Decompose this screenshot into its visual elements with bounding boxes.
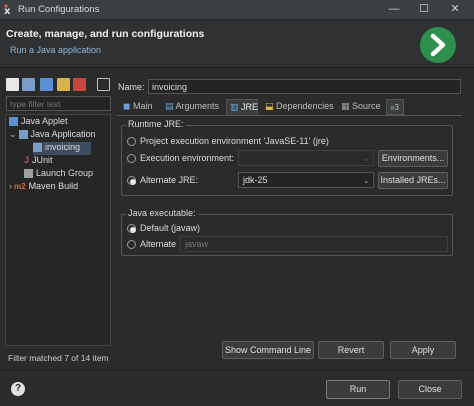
- source-tab-icon: ▦: [341, 101, 350, 111]
- run-button[interactable]: Run: [326, 380, 390, 399]
- tab-main[interactable]: ◼ Main: [120, 99, 158, 115]
- exec-env-label[interactable]: Execution environment:: [140, 153, 234, 163]
- tab-arguments[interactable]: ▤ Arguments: [162, 99, 224, 115]
- duplicate-icon[interactable]: [57, 78, 70, 91]
- apply-button[interactable]: Apply: [390, 341, 456, 359]
- tab-overflow[interactable]: »3: [386, 99, 404, 115]
- project-env-label[interactable]: Project execution environment 'JavaSE-11…: [140, 136, 329, 146]
- help-icon[interactable]: ?: [11, 382, 25, 396]
- tree-item-java-applet[interactable]: Java Applet: [9, 116, 109, 129]
- close-button[interactable]: Close: [398, 380, 462, 399]
- alternate-jre-combo[interactable]: jdk-25 ⌄: [238, 172, 374, 188]
- close-window-button[interactable]: ✕: [440, 0, 470, 20]
- runtime-jre-label: Runtime JRE:: [126, 119, 186, 129]
- tree-item-launch-group[interactable]: Launch Group: [24, 168, 108, 181]
- filter-status: Filter matched 7 of 14 item: [8, 353, 109, 363]
- exec-env-radio[interactable]: [127, 154, 136, 163]
- tree-item-maven-build[interactable]: › m2 Maven Build: [9, 181, 109, 194]
- revert-button[interactable]: Revert: [318, 341, 384, 359]
- jre-tab-icon: ▥: [230, 102, 239, 112]
- chevron-right-icon[interactable]: ›: [9, 181, 12, 191]
- window-title: Run Configurations: [18, 4, 100, 15]
- environments-button[interactable]: Environments...: [378, 150, 448, 167]
- svg-text:x: x: [4, 6, 11, 16]
- show-command-line-button[interactable]: Show Command Line: [222, 341, 314, 359]
- alternate-jre-value: jdk-25: [243, 175, 268, 185]
- maximize-button[interactable]: ☐: [409, 0, 439, 20]
- dependencies-tab-icon: ⬓: [265, 101, 274, 111]
- new-prototype-icon[interactable]: [22, 78, 35, 91]
- footer-divider: [0, 370, 474, 371]
- junit-icon: J: [24, 155, 30, 165]
- alternate-jre-radio[interactable]: [127, 176, 136, 185]
- main-tab-icon: ◼: [123, 101, 131, 111]
- name-label: Name:: [118, 82, 145, 92]
- delete-icon[interactable]: [73, 78, 86, 91]
- project-env-radio[interactable]: [127, 137, 136, 146]
- alternate-exec-value: javaw: [185, 239, 209, 249]
- tree-item-junit[interactable]: J JUnit: [24, 155, 104, 168]
- exec-env-combo[interactable]: ⌄: [238, 150, 374, 166]
- minimize-button[interactable]: —: [379, 0, 409, 20]
- alternate-exec-input[interactable]: javaw: [180, 236, 448, 252]
- header-title: Create, manage, and run configurations: [6, 28, 205, 40]
- java-executable-label: Java executable:: [126, 208, 198, 218]
- maven-icon: m2: [14, 182, 26, 191]
- arguments-tab-icon: ▤: [165, 101, 174, 111]
- config-name-input[interactable]: [148, 79, 461, 94]
- tab-dependencies[interactable]: ⬓ Dependencies: [262, 99, 334, 115]
- run-badge-icon: [420, 27, 456, 63]
- chevron-down-icon: ⌄: [363, 176, 370, 185]
- export-icon[interactable]: [40, 78, 53, 91]
- filter-input[interactable]: [6, 96, 111, 111]
- java-applet-icon: [9, 117, 18, 127]
- tree-item-java-application[interactable]: ⌄ Java Application: [9, 129, 109, 142]
- alternate-exec-label[interactable]: Alternate: [140, 239, 176, 249]
- launch-group-icon: [24, 169, 33, 179]
- tab-content-border: [117, 115, 462, 116]
- chevron-down-icon[interactable]: ⌄: [9, 129, 17, 139]
- app-icon: x: [4, 4, 16, 17]
- tab-jre[interactable]: ▥ JRE: [226, 99, 258, 115]
- tab-source[interactable]: ▦ Source: [338, 99, 386, 115]
- collapse-all-icon[interactable]: [97, 78, 110, 91]
- alternate-exec-radio[interactable]: [127, 240, 136, 249]
- alternate-jre-label[interactable]: Alternate JRE:: [140, 175, 198, 185]
- default-javaw-radio[interactable]: [127, 224, 136, 233]
- java-config-icon: [33, 143, 42, 153]
- installed-jres-button[interactable]: Installed JREs...: [378, 172, 448, 189]
- java-app-icon: [18, 130, 28, 140]
- chevron-down-icon: ⌄: [363, 154, 370, 163]
- new-config-icon[interactable]: [6, 78, 19, 91]
- header-subtitle: Run a Java application: [10, 45, 102, 55]
- default-javaw-label[interactable]: Default (javaw): [140, 223, 200, 233]
- tree-item-invoicing[interactable]: invoicing: [33, 142, 91, 155]
